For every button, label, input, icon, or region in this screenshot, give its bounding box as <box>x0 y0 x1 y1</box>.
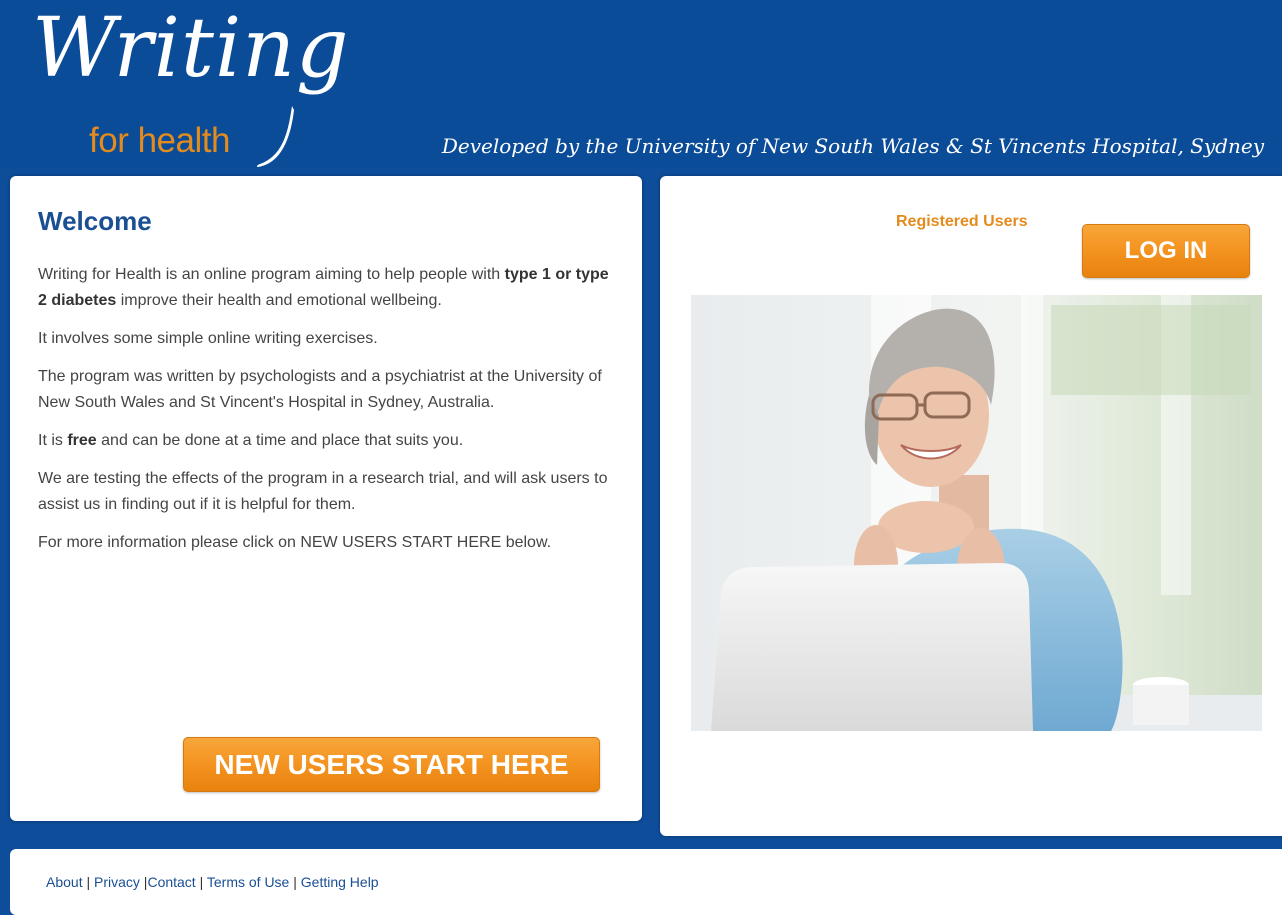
logo-for-health[interactable]: for health <box>89 123 230 158</box>
authors-paragraph: The program was written by psychologists… <box>38 368 602 411</box>
trial-paragraph: We are testing the effects of the progra… <box>38 470 608 513</box>
new-users-start-button[interactable]: NEW USERS START HERE <box>183 737 600 792</box>
login-panel: Registered Users LOG IN <box>660 176 1282 836</box>
header-tagline: Developed by the University of New South… <box>441 134 1264 158</box>
site-footer: About | Privacy |Contact | Terms of Use … <box>10 849 1282 915</box>
footer-link-getting-help[interactable]: Getting Help <box>301 874 379 890</box>
welcome-panel: Welcome Writing for Health is an online … <box>10 176 642 821</box>
footer-link-privacy[interactable]: Privacy <box>94 874 140 890</box>
registered-users-label: Registered Users <box>896 213 1028 230</box>
footer-separator: | <box>82 874 95 890</box>
footer-links: About | Privacy |Contact | Terms of Use … <box>46 874 379 890</box>
login-button[interactable]: LOG IN <box>1082 224 1250 278</box>
logo-writing[interactable]: Writing <box>32 8 350 90</box>
exercises-paragraph: It involves some simple online writing e… <box>38 330 378 347</box>
footer-link-about[interactable]: About <box>46 874 83 890</box>
footer-link-contact[interactable]: Contact <box>147 874 195 890</box>
free-paragraph: It is free and can be done at a time and… <box>38 432 464 449</box>
welcome-title: Welcome <box>38 206 152 236</box>
site-header: Writing for health Developed by the Univ… <box>0 0 1282 168</box>
hero-photo <box>691 295 1262 731</box>
logo-swash-icon <box>256 106 294 167</box>
footer-separator: | <box>289 874 301 890</box>
footer-separator: | <box>195 874 207 890</box>
welcome-body: Writing for Health is an online program … <box>38 262 616 568</box>
more-info-paragraph: For more information please click on NEW… <box>38 534 552 551</box>
free-emphasis: free <box>67 432 97 449</box>
footer-link-terms[interactable]: Terms of Use <box>207 874 289 890</box>
intro-paragraph: Writing for Health is an online program … <box>38 266 609 309</box>
hero-photo-illustration <box>691 295 1262 731</box>
